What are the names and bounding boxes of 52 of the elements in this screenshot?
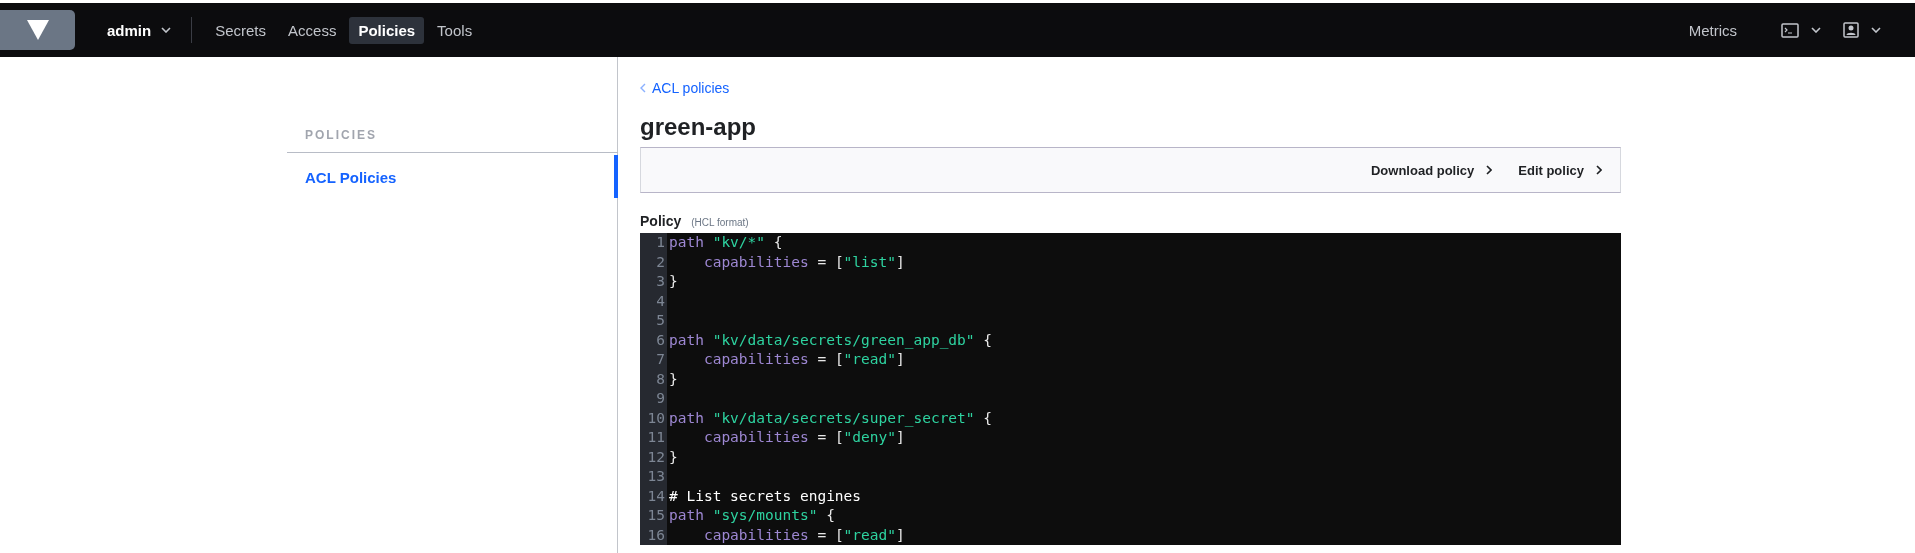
sidebar-heading: POLICIES — [287, 128, 618, 153]
line-number: 13 — [646, 467, 665, 486]
line-number: 14 — [646, 486, 665, 506]
chevron-down-icon — [161, 27, 172, 33]
code-line: } — [669, 447, 679, 467]
code-line: } — [669, 369, 679, 389]
line-number: 11 — [646, 428, 665, 447]
code-line: capabilities = ["read"] — [702, 350, 906, 369]
namespace-menu[interactable]: admin — [99, 15, 180, 45]
code-line: capabilities = ["read"] — [702, 525, 906, 545]
line-number: 8 — [655, 369, 665, 389]
field-label: Policy — [640, 213, 682, 229]
code-line: } — [669, 272, 679, 291]
nav-tab[interactable]: Secrets — [206, 16, 276, 44]
nav-tab[interactable]: Policies — [349, 16, 425, 44]
code-line: capabilities = ["deny"] — [702, 428, 906, 447]
line-number: 6 — [655, 330, 665, 350]
chevron-down-icon — [1871, 27, 1881, 33]
toolbar-action[interactable]: Download policy — [1364, 158, 1499, 182]
line-number: 5 — [655, 311, 665, 330]
code-line: path "kv/*" { — [669, 233, 784, 252]
page-title: green-app — [640, 113, 757, 141]
line-number: 7 — [655, 350, 665, 369]
code-line: # List secrets engines — [669, 486, 863, 506]
breadcrumb-link[interactable]: ACL policies — [640, 80, 730, 96]
toolbar-action[interactable]: Edit policy — [1512, 158, 1608, 182]
code-line: path "sys/mounts" { — [669, 506, 836, 525]
triangle-logo-icon — [26, 20, 49, 40]
line-number: 10 — [646, 408, 665, 428]
line-number: 12 — [646, 447, 665, 467]
chevron-right-icon — [1486, 165, 1493, 175]
user-icon — [1843, 22, 1859, 38]
line-number: 9 — [655, 389, 665, 408]
code-line: path "kv/data/secrets/green_app_db" { — [669, 330, 994, 350]
code-line: path "kv/data/secrets/super_secret" { — [669, 408, 994, 428]
line-number: 4 — [655, 291, 665, 311]
line-number: 2 — [655, 252, 665, 272]
sidebar-item[interactable]: ACL Policies — [287, 155, 618, 198]
line-number: 1 — [655, 233, 665, 252]
code-line: capabilities = ["list"] — [702, 252, 906, 272]
terminal-icon — [1781, 22, 1799, 38]
nav-tab[interactable]: Tools — [428, 16, 482, 44]
format-hint: (HCL format) — [691, 217, 749, 228]
line-number: 15 — [646, 506, 665, 525]
nav-link[interactable]: Metrics — [1688, 21, 1737, 39]
nav-tab[interactable]: Access — [279, 16, 346, 44]
chevron-down-icon — [1811, 27, 1821, 33]
chevron-right-icon — [1596, 165, 1602, 175]
line-number: 3 — [655, 272, 665, 291]
chevron-left-icon — [640, 83, 646, 93]
line-number: 16 — [646, 525, 665, 545]
logo-button[interactable] — [0, 10, 75, 50]
